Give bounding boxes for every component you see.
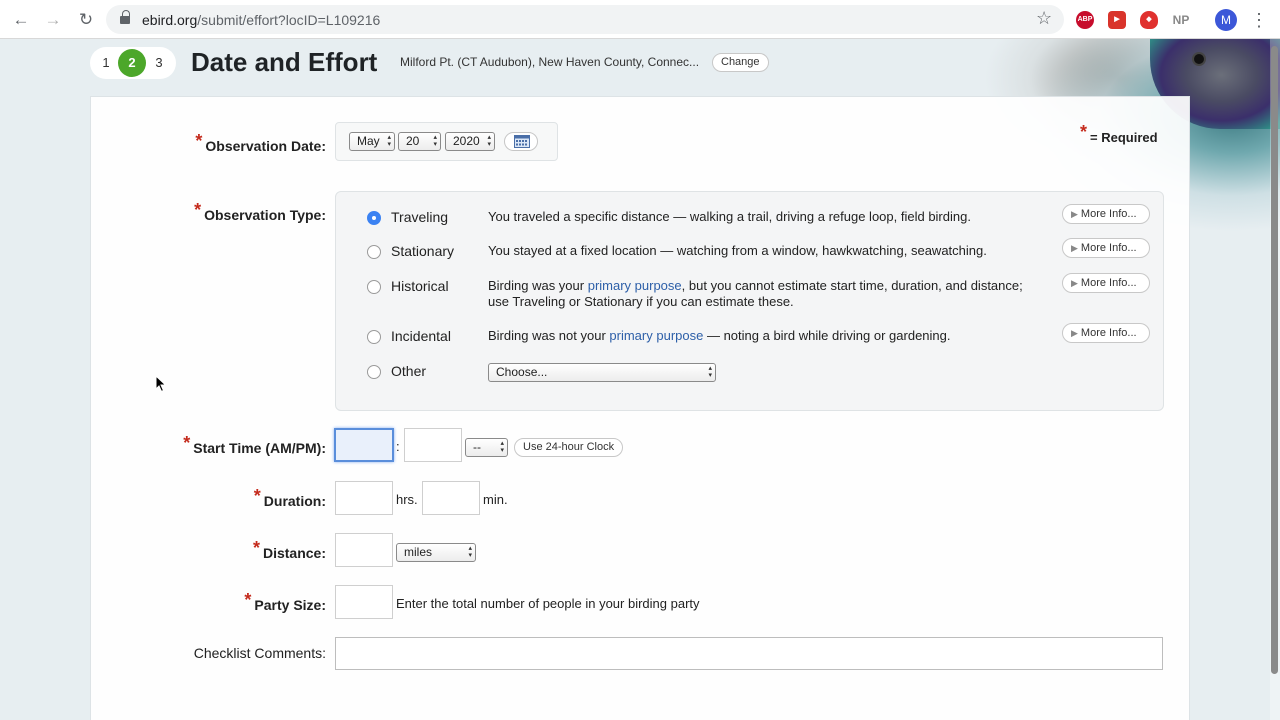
primary-purpose-link[interactable]: primary purpose	[609, 328, 703, 343]
bookmark-star-icon[interactable]: ☆	[1036, 8, 1052, 28]
duration-label-text: Duration:	[263, 493, 326, 509]
distance-label: * Distance:	[253, 538, 326, 563]
scrollbar-thumb[interactable]	[1271, 46, 1278, 674]
required-legend: * = Required	[1080, 122, 1158, 147]
primary-purpose-link[interactable]: primary purpose	[588, 278, 682, 293]
required-mark: *	[195, 131, 203, 151]
required-mark: *	[253, 486, 261, 506]
more-info-label: More Info...	[1080, 242, 1137, 254]
party-size-label-text: Party Size:	[254, 597, 326, 613]
required-mark: *	[194, 200, 202, 220]
start-time-label: * Start Time (AM/PM):	[183, 433, 326, 458]
observation-date-label: * Observation Date:	[195, 131, 326, 156]
location-name: Milford Pt. (CT Audubon), New Haven Coun…	[400, 55, 700, 69]
incidental-label[interactable]: Incidental	[391, 328, 451, 344]
other-radio[interactable]	[367, 365, 381, 379]
traveling-description: You traveled a specific distance — walki…	[488, 209, 971, 224]
required-mark: *	[183, 433, 191, 453]
stationary-radio[interactable]	[367, 245, 381, 259]
observation-date-label-text: Observation Date:	[205, 138, 326, 154]
adblock-extension-icon[interactable]: ABP	[1076, 11, 1094, 29]
required-mark: *	[244, 590, 252, 610]
browser-menu-icon[interactable]: ⋮	[1250, 9, 1268, 31]
traveling-more-info-button[interactable]: ▶ More Info...	[1062, 204, 1150, 224]
distance-input[interactable]	[335, 533, 393, 567]
ublock-extension-icon[interactable]: ◆	[1140, 11, 1158, 29]
change-location-button[interactable]: Change	[712, 53, 769, 72]
observation-type-label-text: Observation Type:	[204, 207, 326, 223]
play-triangle-icon: ▶	[1071, 209, 1078, 219]
url-host: ebird.org	[142, 12, 198, 28]
minutes-unit: min.	[483, 492, 508, 507]
step-3[interactable]: 3	[149, 53, 169, 73]
ampm-select[interactable]: --	[465, 438, 508, 457]
video-extension-icon[interactable]: ▶	[1108, 11, 1126, 29]
party-size-hint: Enter the total number of people in your…	[396, 596, 700, 611]
incidental-description: Birding was not your primary purpose — n…	[488, 328, 1048, 344]
start-hour-input[interactable]	[334, 428, 394, 462]
incidental-desc-before: Birding was not your	[488, 328, 610, 343]
calendar-icon	[514, 135, 530, 148]
duration-label: * Duration:	[254, 486, 326, 511]
mouse-cursor-icon	[155, 375, 167, 393]
checklist-comments-textarea[interactable]	[335, 637, 1163, 670]
historical-desc-before: Birding was your	[488, 278, 588, 293]
step-1[interactable]: 1	[96, 53, 116, 73]
play-triangle-icon: ▶	[1071, 278, 1078, 288]
required-mark: *	[252, 538, 260, 558]
profile-avatar[interactable]: M	[1215, 9, 1237, 31]
start-minute-input[interactable]	[404, 428, 462, 462]
other-type-select[interactable]: Choose...	[488, 363, 716, 382]
observation-type-label: * Observation Type:	[194, 200, 326, 225]
step-2-current: 2	[118, 49, 146, 77]
lock-icon	[120, 10, 130, 26]
traveling-label[interactable]: Traveling	[391, 209, 448, 225]
time-separator: :	[396, 439, 400, 454]
year-select[interactable]: 2020	[445, 132, 495, 151]
np-extension-icon[interactable]: NP	[1170, 11, 1192, 29]
stationary-description: You stayed at a fixed location — watchin…	[488, 243, 987, 258]
step-indicator: 1 2 3	[90, 47, 176, 79]
duration-hours-input[interactable]	[335, 481, 393, 515]
required-mark: *	[1080, 122, 1088, 142]
historical-label[interactable]: Historical	[391, 278, 449, 294]
day-select[interactable]: 20	[398, 132, 441, 151]
play-triangle-icon: ▶	[1071, 243, 1078, 253]
party-size-input[interactable]	[335, 585, 393, 619]
browser-toolbar: ← → ↻ ebird.org/submit/effort?locID=L109…	[0, 0, 1280, 39]
hummingbird-eye	[1192, 52, 1206, 66]
other-label[interactable]: Other	[391, 363, 426, 379]
historical-radio[interactable]	[367, 280, 381, 294]
required-note-text: = Required	[1090, 130, 1158, 145]
calendar-button[interactable]	[504, 132, 538, 151]
incidental-radio[interactable]	[367, 330, 381, 344]
incidental-desc-after: — noting a bird while driving or gardeni…	[703, 328, 951, 343]
month-select[interactable]: May	[349, 132, 395, 151]
url-text: ebird.org/submit/effort?locID=L109216	[142, 12, 380, 28]
use-24-hour-clock-button[interactable]: Use 24-hour Clock	[514, 438, 624, 457]
historical-description: Birding was your primary purpose, but yo…	[488, 278, 1038, 310]
forward-arrow-icon[interactable]: →	[42, 9, 64, 31]
distance-unit-select[interactable]: miles	[396, 543, 476, 562]
checklist-comments-label: Checklist Comments:	[193, 645, 326, 661]
reload-icon[interactable]: ↻	[75, 9, 97, 31]
stationary-label[interactable]: Stationary	[391, 243, 454, 259]
party-size-label: * Party Size:	[244, 590, 326, 615]
traveling-radio[interactable]	[367, 211, 381, 225]
back-arrow-icon[interactable]: ←	[10, 9, 32, 31]
duration-minutes-input[interactable]	[422, 481, 480, 515]
page-title: Date and Effort	[191, 47, 378, 77]
more-info-label: More Info...	[1080, 327, 1137, 339]
more-info-label: More Info...	[1080, 208, 1137, 220]
more-info-label: More Info...	[1080, 277, 1137, 289]
distance-label-text: Distance:	[262, 545, 326, 561]
incidental-more-info-button[interactable]: ▶ More Info...	[1062, 323, 1150, 343]
stationary-more-info-button[interactable]: ▶ More Info...	[1062, 238, 1150, 258]
address-bar[interactable]: ebird.org/submit/effort?locID=L109216	[106, 5, 1064, 34]
historical-more-info-button[interactable]: ▶ More Info...	[1062, 273, 1150, 293]
start-time-label-text: Start Time (AM/PM):	[193, 440, 326, 456]
url-path: /submit/effort?locID=L109216	[197, 12, 381, 28]
play-triangle-icon: ▶	[1071, 328, 1078, 338]
hours-unit: hrs.	[396, 492, 418, 507]
